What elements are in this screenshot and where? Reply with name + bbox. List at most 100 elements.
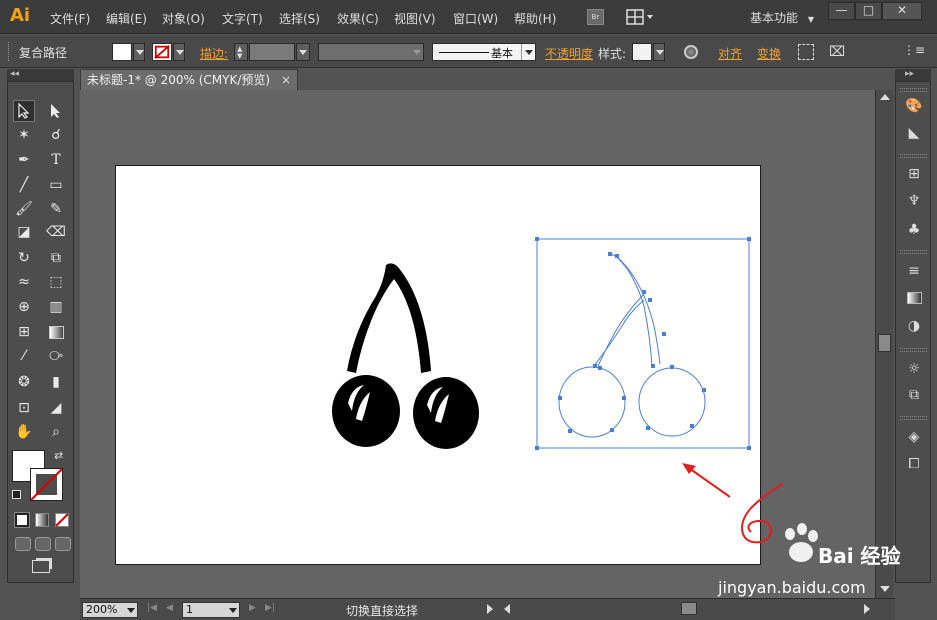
scroll-right-icon[interactable] <box>864 604 870 614</box>
rotate-tool-icon[interactable]: ↻ <box>13 247 35 269</box>
isolate-selection-icon[interactable] <box>798 44 814 60</box>
slice-tool-icon[interactable]: ◢ <box>45 397 67 419</box>
artboard-tool-icon[interactable]: ⊡ <box>13 397 35 419</box>
previous-artboard-icon[interactable]: ◀ <box>166 603 173 613</box>
magic-wand-tool-icon[interactable]: ✶ <box>13 124 35 146</box>
menu-window[interactable]: 窗口(W) <box>453 10 498 27</box>
align-link[interactable]: 对齐 <box>718 45 742 62</box>
variable-width-profile[interactable] <box>318 43 424 61</box>
close-tab-icon[interactable]: × <box>281 70 291 90</box>
first-artboard-icon[interactable]: |◀ <box>147 603 157 613</box>
artboard-number-field[interactable]: 1 <box>182 602 240 618</box>
menu-edit[interactable]: 编辑(E) <box>106 10 147 27</box>
draw-normal-icon[interactable] <box>15 537 31 551</box>
stroke-panel-link[interactable]: 描边: <box>200 45 228 62</box>
blob-brush-tool-icon[interactable]: ◪ <box>13 221 35 243</box>
eraser-tool-icon[interactable]: ⌫ <box>45 221 67 243</box>
menu-help[interactable]: 帮助(H) <box>514 10 556 27</box>
last-artboard-icon[interactable]: ▶| <box>265 603 275 613</box>
paintbrush-tool-icon[interactable]: 🖌 <box>13 198 35 220</box>
menu-type[interactable]: 文字(T) <box>222 10 263 27</box>
cherry-artwork-filled[interactable] <box>326 261 486 461</box>
document-tab[interactable]: 未标题-1* @ 200% (CMYK/预览) × <box>80 69 298 90</box>
appearance-panel-icon[interactable]: ☼ <box>903 358 925 380</box>
stroke-weight-field[interactable] <box>249 43 295 61</box>
artboard[interactable] <box>115 165 761 565</box>
menu-object[interactable]: 对象(O) <box>162 10 205 27</box>
maximize-button[interactable]: □ <box>855 2 882 20</box>
panel-menu-icon[interactable]: ⋮≡ <box>903 43 925 57</box>
gradient-tool-icon[interactable] <box>45 321 67 343</box>
canvas-area[interactable] <box>80 90 875 598</box>
swatches-panel-icon[interactable]: ⊞ <box>903 163 925 185</box>
screen-mode-icon[interactable] <box>32 560 50 573</box>
mesh-tool-icon[interactable]: ⊞ <box>13 321 35 343</box>
none-mode-button[interactable] <box>55 513 69 527</box>
stroke-weight-dropdown[interactable] <box>296 43 310 61</box>
toolbar-collapse-strip[interactable]: ◂◂ <box>7 69 74 81</box>
stroke-dropdown[interactable] <box>173 43 185 61</box>
cherry-artwork-outline-selected[interactable] <box>534 236 754 452</box>
menu-select[interactable]: 选择(S) <box>279 10 320 27</box>
pen-tool-icon[interactable]: ✒ <box>13 149 35 171</box>
next-artboard-icon[interactable]: ▶ <box>249 603 256 613</box>
scroll-up-icon[interactable] <box>880 94 890 100</box>
scroll-down-icon[interactable] <box>880 586 890 592</box>
graphic-style-swatch[interactable] <box>632 43 652 61</box>
zoom-tool-icon[interactable]: ⌕ <box>45 421 67 443</box>
lasso-tool-icon[interactable]: ☌ <box>45 124 67 146</box>
artboards-panel-icon[interactable]: ⧠ <box>903 453 925 475</box>
graph-tool-icon[interactable]: ▥ <box>45 296 67 318</box>
direct-selection-tool-icon[interactable] <box>45 100 67 122</box>
pencil-tool-icon[interactable]: ✎ <box>45 198 67 220</box>
rectangle-tool-icon[interactable]: ▭ <box>45 174 67 196</box>
scroll-left-icon[interactable] <box>504 604 510 614</box>
blend-tool-icon[interactable]: ⧂ <box>45 345 67 367</box>
vertical-scroll-thumb[interactable] <box>878 334 891 352</box>
transparency-panel-icon[interactable]: ◑ <box>903 315 925 337</box>
color-guide-icon[interactable]: ◣ <box>903 122 925 144</box>
opacity-link[interactable]: 不透明度 <box>545 45 593 62</box>
color-mode-button[interactable] <box>14 512 30 528</box>
default-fill-stroke-icon[interactable] <box>12 490 21 499</box>
symbols-panel-icon[interactable]: ♣ <box>903 219 925 241</box>
fill-dropdown[interactable] <box>133 43 145 61</box>
status-menu-icon[interactable] <box>487 604 493 614</box>
horizontal-scroll-thumb[interactable] <box>681 602 697 615</box>
symbol-sprayer-tool-icon[interactable]: ❂ <box>13 371 35 393</box>
menu-effect[interactable]: 效果(C) <box>337 10 379 27</box>
stroke-color-box[interactable] <box>30 468 63 501</box>
workspace-switcher[interactable]: 基本功能 ▼ <box>750 9 814 26</box>
recolor-artwork-icon[interactable] <box>684 45 698 59</box>
brushes-panel-icon[interactable]: ♆ <box>903 190 925 212</box>
layers-panel-icon[interactable]: ◈ <box>903 426 925 448</box>
minimize-button[interactable]: — <box>828 2 855 20</box>
draw-behind-icon[interactable] <box>35 537 51 551</box>
vertical-scrollbar[interactable] <box>875 90 893 598</box>
eyedropper-tool-icon[interactable]: ⁄ <box>13 345 35 367</box>
bridge-button[interactable]: Br <box>587 9 604 25</box>
free-transform-tool-icon[interactable]: ⬚ <box>45 271 67 293</box>
envelope-distort-icon[interactable]: ⌧ <box>829 44 845 60</box>
transform-link[interactable]: 变换 <box>757 45 781 62</box>
column-graph-tool-icon[interactable]: ▮ <box>45 371 67 393</box>
stroke-none-swatch[interactable] <box>152 43 172 61</box>
menu-file[interactable]: 文件(F) <box>50 10 90 27</box>
warp-tool-icon[interactable]: ≈ <box>13 271 35 293</box>
scale-tool-icon[interactable]: ⧉ <box>45 247 67 269</box>
dock-collapse-strip[interactable]: ▸▸ <box>895 69 931 81</box>
type-tool-icon[interactable]: T <box>45 149 67 171</box>
line-tool-icon[interactable]: ╱ <box>13 174 35 196</box>
swap-fill-stroke-icon[interactable]: ⇄ <box>54 449 63 462</box>
graphic-style-dropdown[interactable] <box>653 43 665 61</box>
fill-swatch[interactable] <box>112 43 132 61</box>
stroke-weight-stepper[interactable]: ▲ ▼ <box>234 43 248 61</box>
arrange-documents-icon[interactable] <box>626 9 656 25</box>
hand-tool-icon[interactable]: ✋ <box>13 421 35 443</box>
shape-builder-tool-icon[interactable]: ⊕ <box>13 296 35 318</box>
menu-view[interactable]: 视图(V) <box>394 10 436 27</box>
gradient-mode-button[interactable] <box>35 513 49 527</box>
color-panel-icon[interactable]: 🎨 <box>903 95 925 117</box>
close-button[interactable]: ✕ <box>882 2 922 20</box>
zoom-field[interactable]: 200% <box>82 602 138 618</box>
